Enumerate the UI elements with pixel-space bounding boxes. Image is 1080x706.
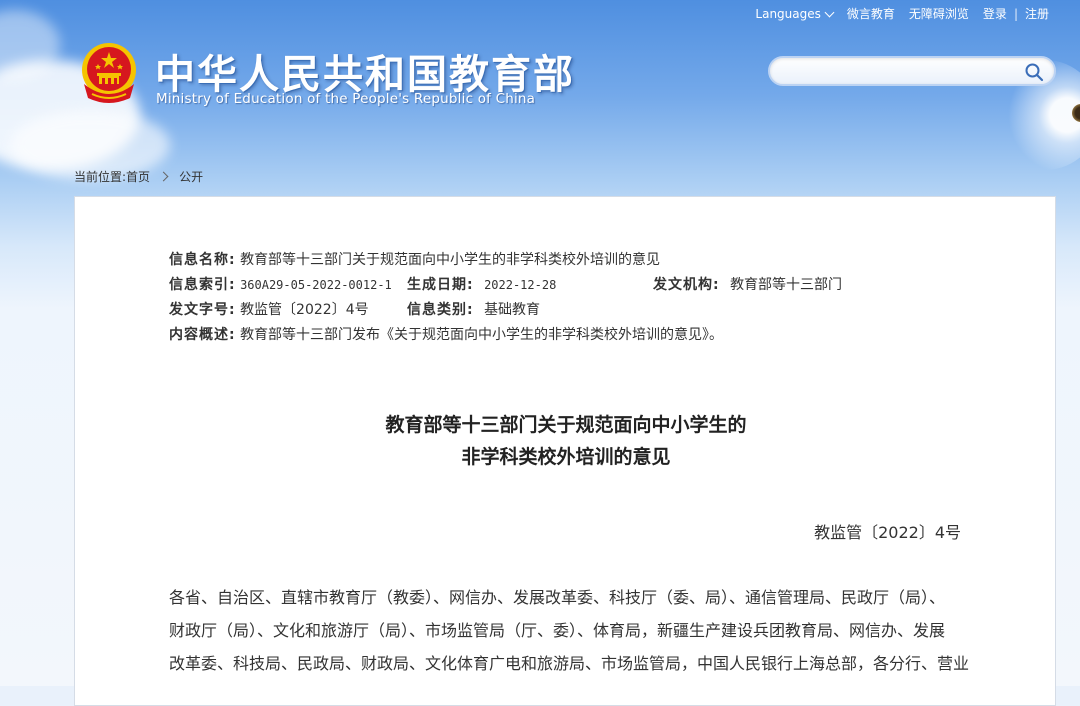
meta-row-date: 生成日期: 2022-12-28	[407, 274, 556, 294]
chevron-right-icon	[158, 171, 169, 182]
body-line: 各省、自治区、直辖市教育厅（教委）、网信办、发展改革委、科技厅（委、局）、通信管…	[169, 588, 946, 607]
meta-row-category: 信息类别: 基础教育	[407, 299, 540, 319]
top-links-bar: Languages 微言教育 无障碍浏览 登录 | 注册	[748, 5, 1056, 22]
weibo-link[interactable]: 微言教育	[840, 5, 902, 22]
languages-dropdown[interactable]: Languages	[748, 7, 839, 21]
meta-row-summary: 内容概述: 教育部等十三部门发布《关于规范面向中小学生的非学科类校外培训的意见》…	[169, 324, 723, 344]
meta-category-value: 基础教育	[484, 302, 541, 318]
login-link[interactable]: 登录	[976, 5, 1014, 22]
meta-row-name: 信息名称: 教育部等十三部门关于规范面向中小学生的非学科类校外培训的意见	[169, 249, 660, 269]
breadcrumb-prefix: 当前位置:	[74, 170, 127, 184]
meta-name-label: 信息名称:	[169, 252, 236, 268]
meta-date-label: 生成日期:	[407, 277, 474, 293]
breadcrumb: 当前位置: 首页 公开	[74, 168, 203, 185]
body-line: 改革委、科技局、民政局、财政局、文化体育广电和旅游局、市场监管局，中国人民银行上…	[169, 654, 970, 673]
search-input[interactable]	[784, 62, 1028, 84]
meta-row-docno: 发文字号: 教监管〔2022〕4号	[169, 299, 369, 319]
document-title-line2: 非学科类校外培训的意见	[461, 446, 671, 468]
register-link[interactable]: 注册	[1018, 5, 1056, 22]
meta-index-label: 信息索引:	[169, 277, 236, 293]
document-title: 教育部等十三部门关于规范面向中小学生的 非学科类校外培训的意见	[75, 409, 1057, 473]
languages-label: Languages	[755, 6, 821, 21]
meta-date-value: 2022-12-28	[484, 278, 557, 292]
document-number: 教监管〔2022〕4号	[814, 523, 961, 542]
accessible-browse-link[interactable]: 无障碍浏览	[902, 5, 976, 22]
chevron-down-icon	[824, 7, 835, 17]
breadcrumb-home-link[interactable]: 首页	[126, 168, 150, 185]
search-icon[interactable]	[1024, 62, 1044, 82]
document-body: 各省、自治区、直辖市教育厅（教委）、网信办、发展改革委、科技厅（委、局）、通信管…	[169, 581, 969, 680]
breadcrumb-current-link[interactable]: 公开	[179, 168, 203, 185]
body-line: 财政厅（局）、文化和旅游厅（局）、市场监管局（厅、委）、体育局，新疆生产建设兵团…	[169, 621, 946, 640]
meta-summary-value: 教育部等十三部门发布《关于规范面向中小学生的非学科类校外培训的意见》。	[240, 327, 724, 343]
meta-summary-label: 内容概述:	[169, 327, 236, 343]
divider: |	[1013, 6, 1018, 21]
meta-row-org: 发文机构: 教育部等十三部门	[653, 274, 842, 294]
document-title-line1: 教育部等十三部门关于规范面向中小学生的	[385, 414, 747, 436]
national-emblem-icon[interactable]	[78, 40, 140, 106]
search-box	[768, 56, 1056, 86]
meta-docno-value: 教监管〔2022〕4号	[240, 302, 369, 318]
site-subtitle: Ministry of Education of the People's Re…	[156, 91, 536, 107]
meta-row-index: 信息索引: 360A29-05-2022-0012-1	[169, 274, 392, 294]
meta-docno-label: 发文字号:	[169, 302, 236, 318]
meta-org-label: 发文机构:	[653, 277, 720, 293]
article-container: 信息名称: 教育部等十三部门关于规范面向中小学生的非学科类校外培训的意见 信息索…	[74, 196, 1056, 706]
meta-index-value: 360A29-05-2022-0012-1	[240, 278, 392, 292]
meta-org-value: 教育部等十三部门	[730, 277, 843, 293]
meta-category-label: 信息类别:	[407, 302, 474, 318]
meta-name-value: 教育部等十三部门关于规范面向中小学生的非学科类校外培训的意见	[240, 252, 661, 268]
